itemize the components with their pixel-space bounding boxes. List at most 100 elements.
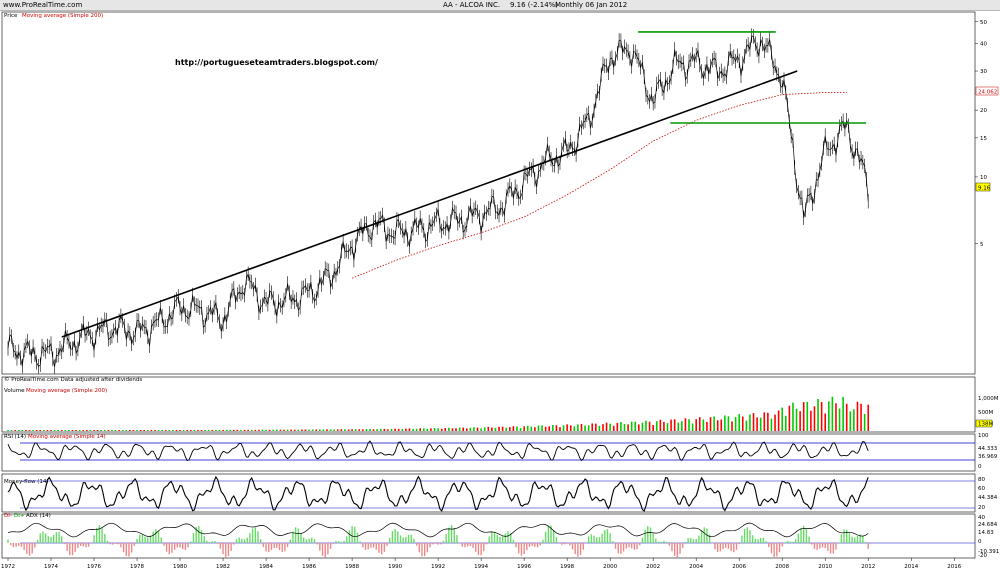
volume-bar-110 — [401, 429, 404, 431]
di-plus-bar-312 — [846, 529, 848, 543]
volume-bar-157 — [569, 425, 572, 431]
di-minus-bar-193 — [526, 543, 528, 551]
volume-bar-179 — [648, 421, 651, 431]
volume-bar-152 — [552, 424, 554, 431]
volume-bar-198 — [716, 420, 719, 431]
volume-bar-217 — [784, 415, 787, 431]
di-minus-bar-27 — [79, 543, 82, 546]
volume-bar-183 — [663, 421, 665, 431]
di-minus-bar-103 — [284, 543, 286, 552]
panel-frame-4 — [1, 513, 976, 559]
volume-bar-6 — [28, 429, 31, 431]
di-plus-bar-313 — [848, 533, 851, 543]
di-plus-bar-293 — [794, 539, 797, 543]
volume-bar-77 — [283, 429, 285, 431]
di-minus-bar-160 — [437, 543, 439, 545]
di-plus-bar-294 — [797, 533, 800, 543]
ma-series-line — [351, 91, 847, 279]
volume-bar-117 — [426, 428, 429, 431]
di-minus-bar-59 — [165, 543, 168, 552]
di-plus-bar-179 — [488, 536, 490, 543]
price-footer: © ProRealTime.com Data adjusted after di… — [4, 376, 142, 383]
dmi-plus-legend: DI+ — [14, 513, 25, 519]
di-plus-bar-167 — [456, 535, 458, 543]
di-plus-bar-18 — [55, 532, 58, 543]
volume-bar-140 — [508, 427, 511, 431]
volume-bar-3 — [17, 429, 20, 431]
di-minus-bar-136 — [372, 543, 375, 548]
volume-bar-113 — [412, 428, 414, 431]
volume-bar-95 — [347, 429, 350, 431]
di-plus-bar-311 — [843, 529, 845, 543]
dmi-value-2: 14.83 — [978, 530, 994, 536]
mfi-panel: Money-flow (14) 80 60 44.384 20 — [4, 475, 998, 512]
volume-bar-88 — [322, 429, 325, 431]
dmi-tick--20: -20 — [978, 553, 987, 559]
year-label-1974: 1974 — [44, 564, 58, 570]
di-plus-bar-17 — [52, 534, 55, 543]
di-minus-bar-39 — [112, 543, 114, 545]
volume-bar-98 — [358, 429, 361, 431]
di-plus-bar-318 — [862, 535, 864, 543]
volume-bar-1 — [10, 429, 13, 431]
di-minus-bar-210 — [571, 543, 574, 550]
volume-bar-201 — [727, 416, 730, 431]
di-minus-bar-246 — [668, 543, 670, 546]
volume-bar-40 — [150, 429, 153, 431]
di-minus-bar-300 — [813, 543, 816, 549]
di-minus-bar-157 — [429, 543, 431, 548]
di-minus-bar-198 — [539, 543, 541, 546]
volume-bar-7 — [32, 429, 34, 431]
di-minus-bar-67 — [187, 543, 189, 548]
di-minus-bar-306 — [829, 543, 832, 554]
di-minus-bar-138 — [378, 543, 380, 553]
di-plus-bar-298 — [808, 536, 810, 543]
volume-bar-226 — [817, 399, 819, 431]
volume-bar-10 — [43, 429, 45, 431]
di-minus-bar-226 — [614, 543, 617, 549]
year-label-1986: 1986 — [302, 564, 316, 570]
volume-bar-22 — [86, 429, 88, 431]
di-minus-bar-268 — [727, 543, 730, 549]
di-minus-bar-211 — [574, 543, 576, 555]
volume-bar-204 — [738, 414, 740, 431]
volume-bar-120 — [437, 428, 439, 431]
volume-bar-99 — [362, 429, 364, 431]
price-tick-5: 5 — [980, 242, 984, 248]
di-minus-bar-174 — [475, 543, 477, 552]
volume-bar-205 — [741, 416, 744, 431]
di-minus-bar-82 — [227, 543, 230, 556]
di-minus-bar-177 — [483, 543, 485, 552]
di-plus-bar-48 — [136, 538, 138, 543]
di-plus-bar-69 — [192, 533, 195, 543]
volume-bar-150 — [544, 426, 547, 431]
volume-bar-20 — [78, 429, 81, 431]
volume-bar-37 — [139, 429, 142, 431]
volume-last-value: 138M — [978, 422, 993, 428]
di-minus-bar-98 — [270, 543, 273, 551]
di-plus-bar-238 — [647, 525, 649, 543]
volume-bar-213 — [770, 418, 773, 431]
year-label-1978: 1978 — [130, 564, 144, 570]
volume-tick-2: 500M — [978, 410, 993, 416]
di-minus-bar-196 — [534, 543, 536, 547]
volume-bar-78 — [286, 429, 289, 431]
di-plus-bar-279 — [757, 539, 759, 543]
volume-bar-144 — [523, 426, 525, 431]
price-tick-40: 40 — [980, 41, 987, 47]
di-plus-bar-163 — [445, 534, 447, 543]
di-minus-bar-152 — [415, 543, 418, 546]
volume-bar-208 — [752, 413, 755, 431]
di-plus-bar-261 — [708, 534, 711, 543]
di-minus-bar-283 — [768, 543, 770, 548]
volume-bar-25 — [96, 429, 99, 431]
volume-bar-143 — [519, 427, 522, 431]
volume-bar-227 — [820, 402, 823, 431]
price-tick-15: 15 — [980, 136, 987, 142]
volume-bar-171 — [620, 422, 622, 431]
volume-bar-79 — [290, 429, 292, 431]
volume-bar-50 — [186, 429, 189, 431]
volume-bar-149 — [541, 425, 543, 431]
price-panel-title: Price — [4, 13, 18, 19]
price-tick-10: 10 — [980, 175, 987, 181]
